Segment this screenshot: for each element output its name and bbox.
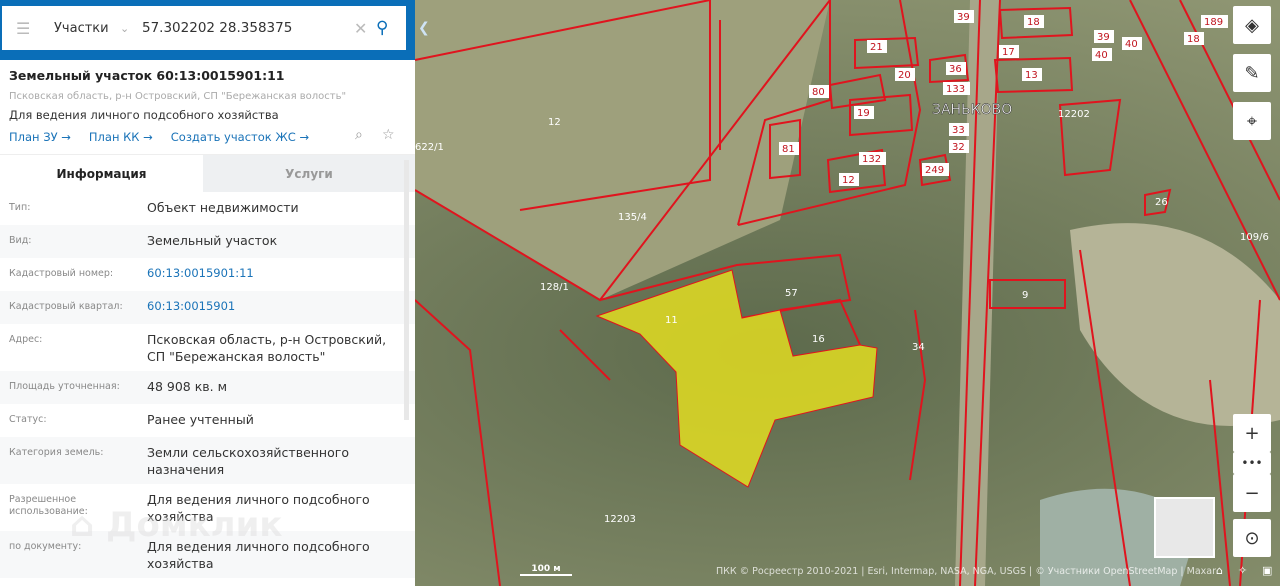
- search-input[interactable]: 57.302202 28.358375: [142, 20, 354, 36]
- parcel-label: 16: [812, 334, 825, 345]
- parcel-label: 34: [912, 342, 925, 353]
- parcel-label: 19: [857, 108, 870, 119]
- row-value: Объект недвижимости: [147, 200, 299, 215]
- parcel-label: 622/1: [415, 142, 444, 153]
- parcel-address: Псковская область, р-н Островский, СП "Б…: [9, 91, 347, 102]
- info-row: Кадастровый квартал: 60:13:0015901: [0, 291, 415, 324]
- fullscreen-icon[interactable]: ▣: [1262, 564, 1272, 577]
- star-icon[interactable]: ☆: [382, 127, 395, 143]
- parcel-label: 11: [665, 315, 678, 326]
- location-icon[interactable]: ✧: [1238, 564, 1247, 577]
- parcel-use: Для ведения личного подсобного хозяйства: [9, 108, 279, 122]
- row-label: Кадастровый номер:: [9, 268, 114, 279]
- row-value[interactable]: 60:13:0015901: [147, 291, 406, 324]
- parcel-label: 33: [952, 125, 965, 136]
- parcel-label: 18: [1187, 34, 1200, 45]
- row-value: Земельный участок: [147, 233, 278, 248]
- zoom-to-icon[interactable]: ⌕: [355, 127, 363, 143]
- parcel-label: 57: [785, 288, 798, 299]
- row-label: Статус:: [9, 414, 47, 425]
- more-button[interactable]: •••: [1233, 452, 1271, 474]
- home-icon[interactable]: ⌂: [1216, 564, 1223, 577]
- row-label: Разрешенное использование:: [9, 494, 88, 517]
- row-label: Вид:: [9, 235, 32, 246]
- parcel-label: 9: [1022, 290, 1028, 301]
- basemap-thumbnail[interactable]: [1154, 497, 1215, 558]
- row-value: Земли сельскохозяйственного назначения: [147, 445, 349, 477]
- parcel-title: Земельный участок 60:13:0015901:11: [9, 68, 285, 83]
- scale-bar: 100 м: [520, 564, 572, 576]
- row-label: Тип:: [9, 202, 31, 213]
- parcel-label: 109/6: [1240, 232, 1269, 243]
- collapse-panel-icon[interactable]: ❮: [418, 20, 430, 36]
- parcel-label: 39: [1097, 32, 1110, 43]
- top-bar: ☰ Участки ⌄ 57.302202 28.358375 ✕ ⚲: [0, 0, 415, 60]
- locate-button[interactable]: ⌖: [1233, 102, 1271, 140]
- tab-services[interactable]: Услуги: [203, 155, 415, 192]
- parcel-label: 40: [1125, 39, 1138, 50]
- row-value: Для ведения личного подсобного хозяйства: [147, 539, 370, 571]
- parcel-label: 189: [1204, 17, 1223, 28]
- info-row: Площадь уточненная: 48 908 кв. м: [0, 371, 415, 404]
- plan-zu-link[interactable]: План ЗУ →: [9, 130, 71, 144]
- info-row: Разрешенное использование: Для ведения ли…: [0, 484, 415, 531]
- parcel-label: 32: [952, 142, 965, 153]
- scrollbar[interactable]: [404, 160, 409, 420]
- row-value[interactable]: 60:13:0015901:11: [147, 258, 406, 291]
- parcel-label: 249: [925, 165, 944, 176]
- parcel-label: 20: [898, 70, 911, 81]
- search-icon[interactable]: ⚲: [376, 18, 406, 38]
- row-label: Адрес:: [9, 334, 43, 345]
- parcel-label: 12203: [604, 514, 636, 525]
- parcel-label: 36: [949, 64, 962, 75]
- compass-button[interactable]: ⊙: [1233, 519, 1271, 557]
- info-row: по документу: Для ведения личного подсобн…: [0, 531, 415, 578]
- clear-icon[interactable]: ✕: [354, 19, 376, 38]
- parcel-label: 40: [1095, 50, 1108, 61]
- parcel-label: 13: [1025, 70, 1038, 81]
- parcel-label: 21: [870, 42, 883, 53]
- parcel-label: 12: [842, 175, 855, 186]
- village-label: ЗАНЬКОВО: [932, 102, 1012, 118]
- info-row: Категория земель: Земли сельскохозяйствен…: [0, 437, 415, 484]
- row-value: Ранее учтенный: [147, 412, 254, 427]
- row-label: Площадь уточненная:: [9, 381, 120, 392]
- info-panel: ☰ Участки ⌄ 57.302202 28.358375 ✕ ⚲ Земе…: [0, 0, 415, 586]
- parcel-label: 12: [548, 117, 561, 128]
- info-row: Кадастровый номер: 60:13:0015901:11: [0, 258, 415, 291]
- parcel-label: 80: [812, 87, 825, 98]
- search-bar: ☰ Участки ⌄ 57.302202 28.358375 ✕ ⚲: [2, 6, 406, 50]
- parcel-label: 81: [782, 144, 795, 155]
- parcel-label: 12202: [1058, 109, 1090, 120]
- measure-button[interactable]: ✎: [1233, 54, 1271, 92]
- info-row: Тип: Объект недвижимости: [0, 192, 415, 225]
- row-value: Для ведения личного подсобного хозяйства: [147, 492, 370, 524]
- row-label: по документу:: [9, 541, 82, 552]
- parcel-label: 17: [1002, 47, 1015, 58]
- create-parcel-link[interactable]: Создать участок ЖС →: [171, 130, 309, 144]
- row-label: Категория земель:: [9, 447, 104, 458]
- info-row: Адрес: Псковская область, р-н Островский,…: [0, 324, 415, 371]
- row-value: Псковская область, р-н Островский, СП "Б…: [147, 332, 387, 364]
- menu-icon[interactable]: ☰: [16, 19, 40, 38]
- parcel-label: 128/1: [540, 282, 569, 293]
- layer-select[interactable]: Участки: [54, 21, 120, 36]
- map-attribution: ПКК © Росреестр 2010-2021 | Esri, Interm…: [716, 566, 1216, 577]
- row-value: 48 908 кв. м: [147, 379, 228, 394]
- plan-kk-link[interactable]: План КК →: [89, 130, 153, 144]
- row-label: Кадастровый квартал:: [9, 301, 123, 312]
- info-row: Вид: Земельный участок: [0, 225, 415, 258]
- tab-info[interactable]: Информация: [0, 155, 203, 192]
- parcel-label: 133: [946, 84, 965, 95]
- info-row: Статус: Ранее учтенный: [0, 404, 415, 437]
- parcel-label: 132: [862, 154, 881, 165]
- parcel-label: 26: [1155, 197, 1168, 208]
- chevron-down-icon[interactable]: ⌄: [120, 22, 142, 35]
- parcel-label: 135/4: [618, 212, 647, 223]
- layers-button[interactable]: ◈: [1233, 6, 1271, 44]
- parcel-label: 18: [1027, 17, 1040, 28]
- parcel-label: 39: [957, 12, 970, 23]
- zoom-out-button[interactable]: −: [1233, 474, 1271, 512]
- zoom-in-button[interactable]: +: [1233, 414, 1271, 452]
